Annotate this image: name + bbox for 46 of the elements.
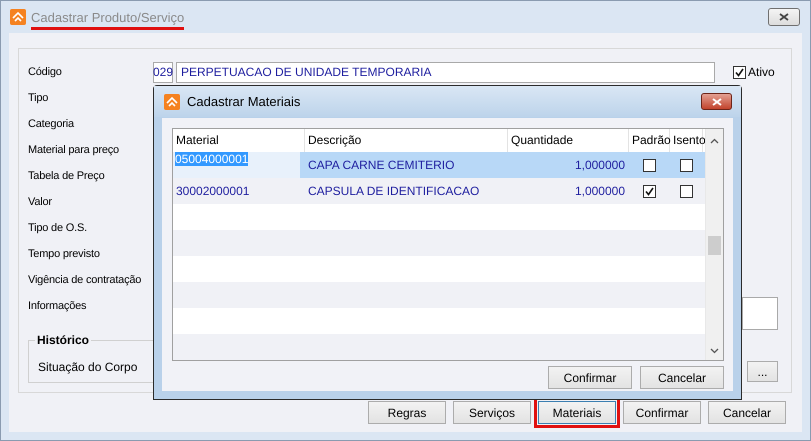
checkbox[interactable]	[680, 158, 693, 172]
close-button[interactable]	[768, 8, 800, 26]
input-field[interactable]	[742, 296, 778, 330]
table-cell-text: CAPSULA DE IDENTIFICACAO	[307, 184, 480, 198]
checkbox[interactable]	[733, 66, 746, 78]
table-cell-text: CAPA CARNE CEMITERIO	[307, 158, 456, 172]
scroll-up-icon[interactable]	[710, 138, 719, 144]
checkbox[interactable]	[643, 158, 656, 172]
field-label: Categoria	[28, 118, 76, 130]
table-cell-text: 1,000000	[574, 158, 626, 172]
field-label: Situação do Corpo	[38, 360, 138, 374]
close-icon	[712, 98, 722, 106]
action-button[interactable]: Cancelar	[708, 401, 786, 424]
field-label: Tipo	[28, 92, 50, 104]
field-label: Tipo de O.S.	[28, 222, 88, 234]
table-row[interactable]: 05004000001 CAPA CARNE CEMITERIO 1,000000	[173, 152, 705, 178]
action-button[interactable]: Regras	[368, 401, 446, 424]
close-icon	[779, 13, 789, 21]
field-label: Tempo previsto	[28, 248, 101, 260]
table-cell-text: 1,000000	[574, 184, 626, 198]
field-label: Vigência de contratação	[28, 274, 142, 286]
close-button[interactable]	[701, 93, 732, 110]
dialog-title: Cadastrar Materiais	[187, 94, 302, 109]
action-button[interactable]: Serviços	[453, 401, 531, 424]
field-label: Material para preço	[28, 144, 120, 156]
table-row[interactable]: 30002000001 CAPSULA DE IDENTIFICACAO 1,000000	[173, 178, 705, 204]
scrollbar-thumb[interactable]	[708, 236, 721, 255]
field-label: Tabela de Preço	[28, 170, 106, 182]
dialog-button[interactable]: Cancelar	[640, 366, 724, 389]
table-cell-text: 30002000001	[175, 184, 250, 198]
input-field[interactable]: PERPETUACAO DE UNIDADE TEMPORARIA	[176, 62, 715, 82]
scroll-down-icon[interactable]	[710, 348, 719, 354]
action-button[interactable]: Confirmar	[623, 401, 701, 424]
browse-button[interactable]: ...	[747, 361, 778, 382]
code-field[interactable]: 029	[153, 62, 173, 82]
field-label: Informações	[28, 300, 88, 312]
checkbox[interactable]	[680, 184, 693, 198]
dialog-button[interactable]: Confirmar	[548, 366, 632, 389]
field-label: Valor	[28, 196, 53, 208]
app-icon	[10, 9, 26, 25]
window-title: Cadastrar Produto/Serviço	[31, 10, 184, 30]
checkbox[interactable]	[643, 184, 656, 198]
app-icon	[164, 94, 180, 110]
field-label: Código	[28, 66, 63, 78]
group-title: Histórico	[35, 333, 92, 347]
checkbox-label: Ativo	[748, 65, 775, 79]
